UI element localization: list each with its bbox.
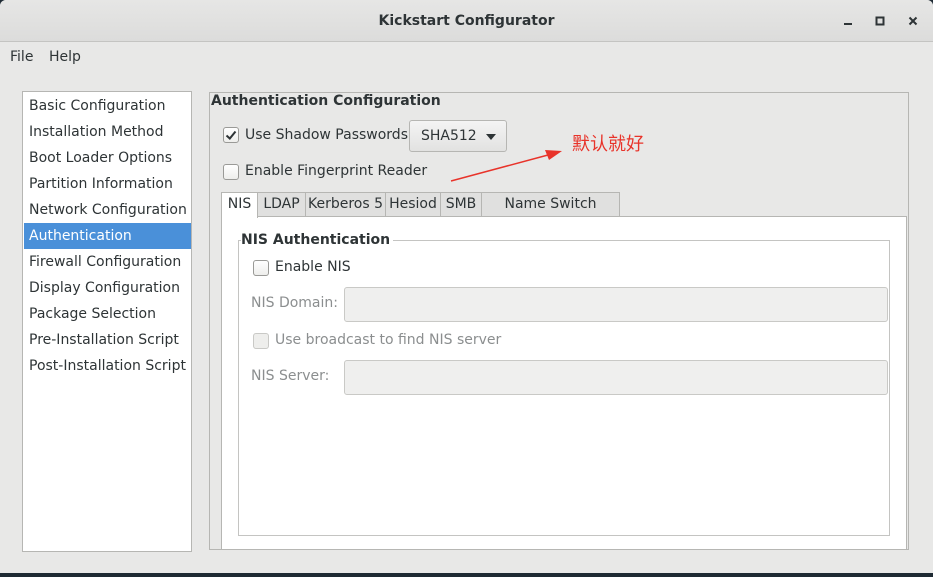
- chevron-down-icon: [486, 134, 496, 140]
- sidebar-item-boot-loader-options[interactable]: Boot Loader Options: [24, 145, 191, 171]
- window-title: Kickstart Configurator: [378, 13, 555, 29]
- sidebar-item-partition-information[interactable]: Partition Information: [24, 171, 191, 197]
- enable-nis-label[interactable]: Enable NIS: [275, 259, 351, 275]
- tab-ldap[interactable]: LDAP: [257, 192, 306, 217]
- nis-server-label: NIS Server:: [251, 368, 330, 384]
- sidebar-item-firewall-configuration[interactable]: Firewall Configuration: [24, 249, 191, 275]
- authentication-frame-label: Authentication Configuration: [211, 93, 444, 109]
- sidebar-item-package-selection[interactable]: Package Selection: [24, 301, 191, 327]
- nis-server-input[interactable]: [344, 360, 888, 395]
- password-hash-value: SHA512: [421, 128, 477, 144]
- main-window: Kickstart Configurator File Help Basic C…: [0, 0, 933, 573]
- shadow-passwords-label[interactable]: Use Shadow Passwords: [245, 127, 408, 143]
- close-icon: [908, 16, 918, 26]
- shadow-passwords-checkbox[interactable]: [223, 127, 239, 143]
- tab-nis[interactable]: NIS: [221, 192, 258, 218]
- tab-smb[interactable]: SMB: [440, 192, 482, 217]
- annotation-text: 默认就好: [572, 134, 644, 155]
- sidebar-item-display-configuration[interactable]: Display Configuration: [24, 275, 191, 301]
- menu-file[interactable]: File: [10, 49, 33, 65]
- sidebar-item-installation-method[interactable]: Installation Method: [24, 119, 191, 145]
- maximize-button[interactable]: [870, 11, 890, 31]
- title-bar[interactable]: Kickstart Configurator: [0, 0, 933, 42]
- tab-kerberos-5[interactable]: Kerberos 5: [305, 192, 386, 217]
- sidebar-item-authentication[interactable]: Authentication: [24, 223, 191, 249]
- minimize-icon: [844, 23, 852, 25]
- nis-domain-label: NIS Domain:: [251, 295, 338, 311]
- sidebar-item-post-installation-script[interactable]: Post-Installation Script: [24, 353, 191, 379]
- close-button[interactable]: [903, 11, 923, 31]
- minimize-button[interactable]: [838, 11, 858, 31]
- tab-hesiod[interactable]: Hesiod: [385, 192, 441, 217]
- checkmark-icon: [225, 130, 237, 140]
- fingerprint-reader-checkbox[interactable]: [223, 164, 239, 180]
- enable-nis-checkbox[interactable]: [253, 260, 269, 276]
- password-hash-dropdown[interactable]: SHA512: [409, 120, 507, 152]
- nis-authentication-label: NIS Authentication: [241, 232, 394, 248]
- nis-domain-input[interactable]: [344, 287, 888, 322]
- sidebar-item-network-configuration[interactable]: Network Configuration: [24, 197, 191, 223]
- broadcast-nis-checkbox[interactable]: [253, 333, 269, 349]
- sidebar: Basic Configuration Installation Method …: [22, 91, 192, 552]
- sidebar-item-basic-configuration[interactable]: Basic Configuration: [24, 93, 191, 119]
- menu-bar: File Help: [0, 42, 933, 72]
- maximize-icon: [875, 16, 885, 26]
- sidebar-item-pre-installation-script[interactable]: Pre-Installation Script: [24, 327, 191, 353]
- menu-help[interactable]: Help: [49, 49, 81, 65]
- broadcast-nis-label[interactable]: Use broadcast to find NIS server: [275, 332, 501, 348]
- fingerprint-reader-label[interactable]: Enable Fingerprint Reader: [245, 163, 427, 179]
- tab-name-switch-cache[interactable]: Name Switch Cache: [481, 192, 620, 235]
